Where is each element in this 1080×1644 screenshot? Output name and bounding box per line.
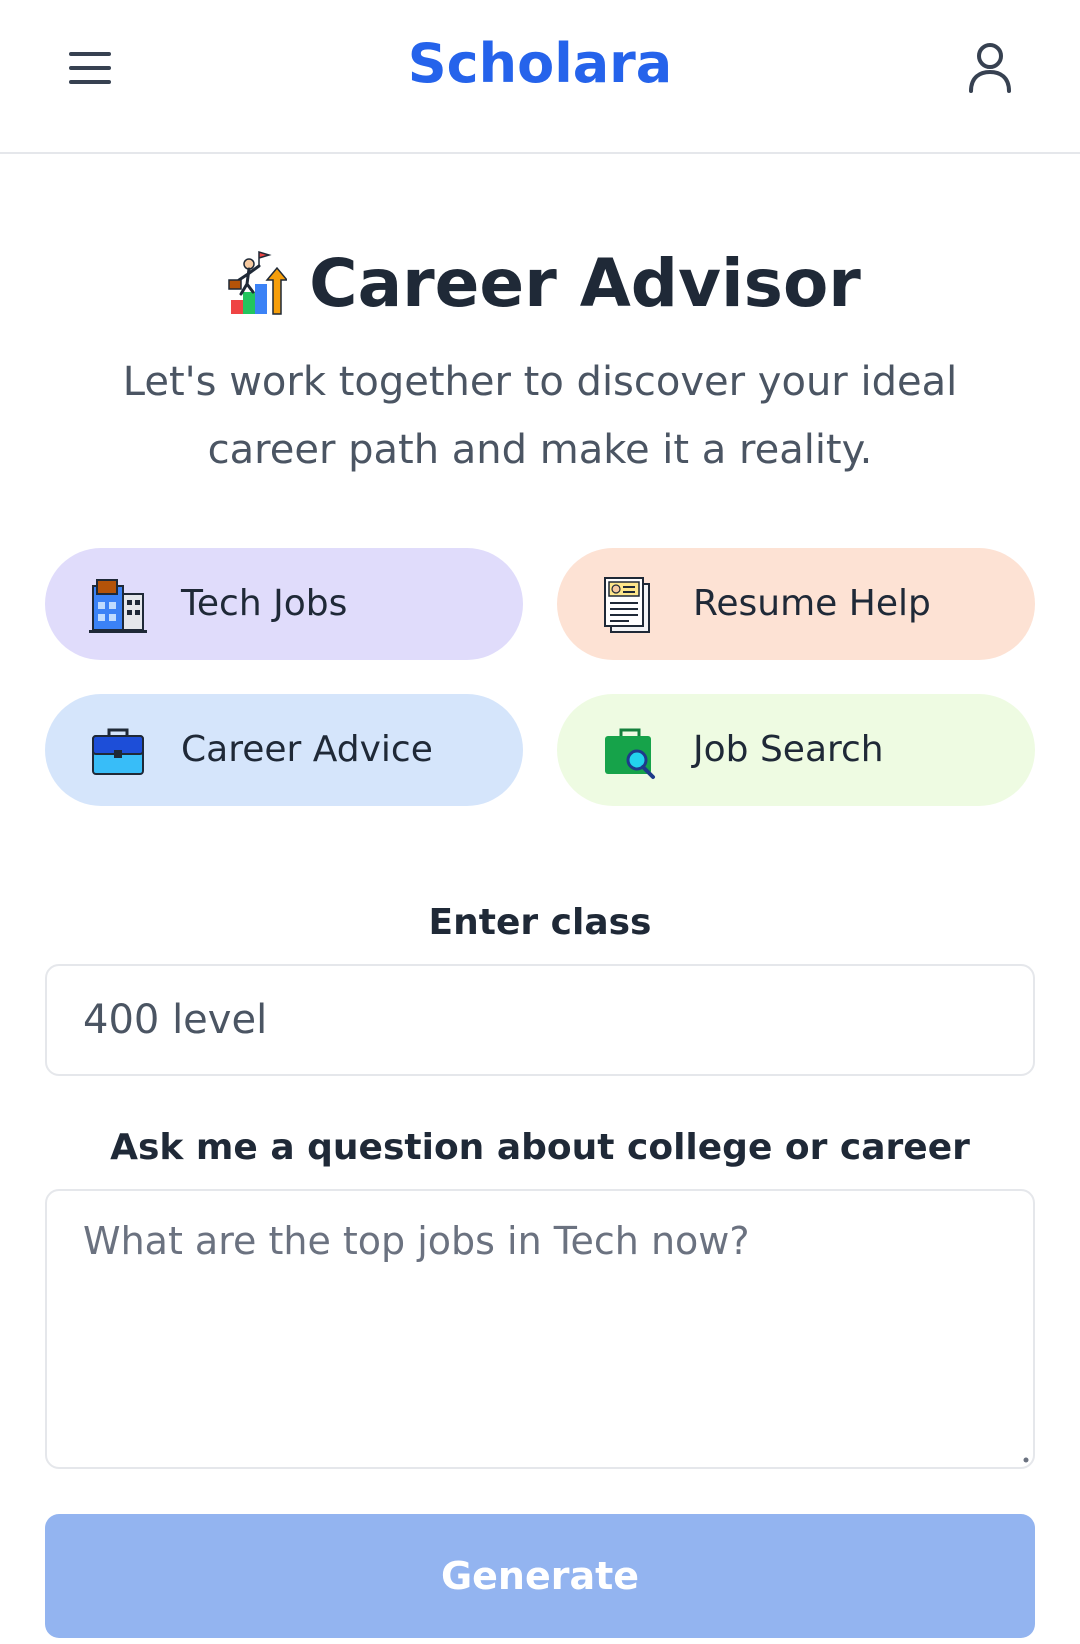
career-climb-icon [228, 250, 288, 315]
page-title: Career Advisor [309, 245, 861, 322]
career-advice-label: Career Advice [181, 729, 433, 770]
user-profile-icon [969, 43, 1011, 93]
top-app-bar: Scholara [0, 0, 1080, 154]
job-search-label: Job Search [693, 729, 884, 770]
tech-jobs-label: Tech Jobs [181, 583, 348, 624]
question-field-label: Ask me a question about college or caree… [110, 1127, 970, 1168]
class-field-label: Enter class [428, 902, 652, 943]
question-textarea[interactable] [45, 1189, 1035, 1469]
generate-button[interactable]: Generate [45, 1514, 1035, 1638]
brand-logo[interactable]: Scholara [0, 32, 1080, 95]
briefcase-search-icon [605, 728, 655, 779]
tech-jobs-chip[interactable]: Tech Jobs [45, 548, 523, 660]
resize-handle-icon[interactable] [1022, 1456, 1030, 1464]
page-subtitle: Let's work together to discover your ide… [122, 359, 958, 473]
class-input[interactable] [45, 964, 1035, 1076]
career-advisor-page: Scholara Career Advisor Let's work toget… [0, 0, 1080, 1644]
job-search-chip[interactable]: Job Search [557, 694, 1035, 806]
profile-button[interactable] [960, 38, 1020, 98]
office-building-icon [89, 579, 147, 633]
career-advice-chip[interactable]: Career Advice [45, 694, 523, 806]
resume-help-label: Resume Help [693, 583, 931, 624]
briefcase-icon [92, 728, 144, 775]
resume-help-chip[interactable]: Resume Help [557, 548, 1035, 660]
resume-document-icon [604, 577, 650, 633]
page-heading: Career Advisor [0, 250, 1080, 318]
